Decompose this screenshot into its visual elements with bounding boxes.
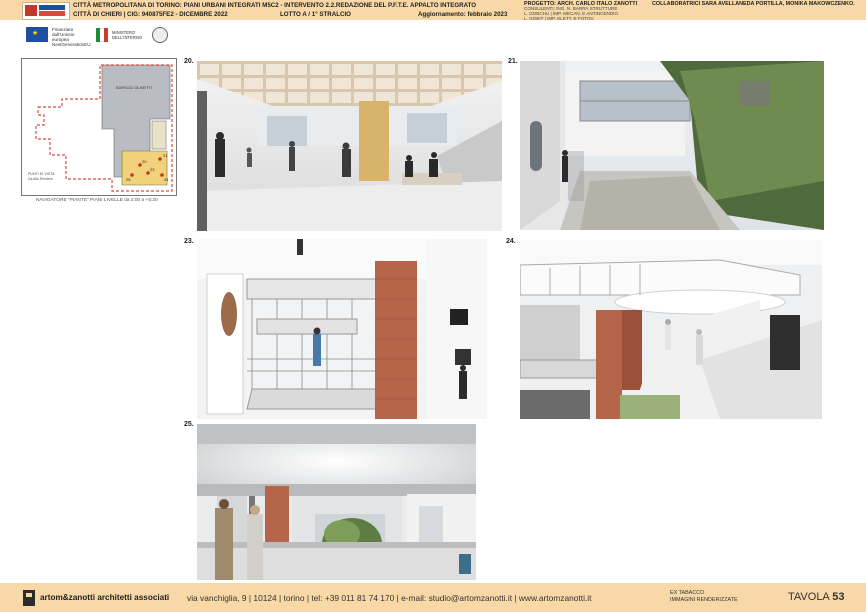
panel-number-23: 23.: [184, 238, 194, 245]
sheet-number: TAVOLA 53: [788, 591, 844, 603]
firm-logo-icon: [23, 590, 35, 606]
panel-number-25: 25.: [184, 421, 194, 428]
eu-text-line: NextGenerationEU: [52, 42, 91, 47]
firm-address: via vanchiglia, 9 | 10124 | torino | tel…: [187, 593, 592, 603]
render-23-stair-atrium: [197, 239, 487, 419]
key-plan-viewpoint-25: 25: [126, 177, 131, 182]
eu-text-line: dall'Unione europea: [52, 32, 75, 42]
republic-emblem-icon: [152, 27, 168, 43]
render-21-image: [520, 61, 824, 230]
footer-project-name: EX TABACCO: [670, 590, 705, 596]
render-20-image: [197, 61, 502, 231]
ministero-text: MINISTERO DELL'INTERNO: [112, 30, 152, 40]
footer-project-subtitle: IMMAGINI RENDERIZZATE: [670, 597, 738, 603]
render-24-gallery-corridor: [520, 240, 822, 419]
panel-number-24: 24.: [506, 238, 516, 245]
key-plan-viewpoint-23: 23: [150, 167, 155, 172]
render-21-green-courtyard: [520, 61, 824, 230]
header-title-line1: CITTÀ METROPOLITANA DI TORINO: PIANI URB…: [73, 2, 477, 9]
header-title-line2: CITTÀ DI CHIERI | CIG: 940875FE2 - DICEM…: [73, 11, 228, 18]
header-lotto: LOTTO A / 1° STRALCIO: [280, 11, 351, 18]
key-plan-viewpoint-24: 24: [164, 177, 169, 182]
render-25-hall-with-plants: [197, 424, 476, 580]
city-logo: [22, 2, 70, 20]
key-plan-points-sub: Da Alto Rendere: [28, 177, 53, 181]
key-plan-viewpoint-20: 20: [142, 159, 147, 164]
italy-flag-icon: [96, 28, 108, 42]
key-plan-points-label: PUNTI DI VISTA: [28, 172, 55, 176]
consulente-line: L. GOBIT | IMP. ELETT. E FOTOV.: [524, 15, 595, 21]
key-plan-viewpoint-21: 21: [163, 153, 168, 158]
key-plan-caption: NAVIGATORE "PIANTE" PIANI LIVELLE da 2:0…: [36, 198, 158, 203]
render-24-image: [520, 240, 822, 419]
eu-funding-text: Finanziato dall'Unione europea NextGener…: [52, 27, 92, 47]
key-plan: EDIFICIO OLIVETTI 20 21 23 24 25 PUNTI D…: [21, 58, 177, 196]
key-plan-drawing: EDIFICIO OLIVETTI 20 21 23 24 25 PUNTI D…: [22, 59, 176, 195]
firm-name: artom&zanotti architetti associati: [40, 593, 170, 602]
footer-project-info: EX TABACCO IMMAGINI RENDERIZZATE: [670, 590, 738, 604]
header-consulenti: CONSULENTI: ING. N. BARRA STRUTTURE L. G…: [524, 6, 618, 21]
header-collaboratrici: COLLABORATRICI SARA AVELLANEDA PORTILLA,…: [652, 1, 855, 7]
render-23-image: [197, 239, 487, 419]
panel-number-21: 21.: [508, 58, 518, 65]
render-20-courtyard-loggia: [197, 61, 502, 231]
header-update-date: Aggiornamento: febbraio 2023: [418, 11, 508, 18]
sheet-number-value: 53: [832, 591, 845, 603]
panel-number-20: 20.: [184, 58, 194, 65]
key-plan-building-label: EDIFICIO OLIVETTI: [116, 85, 152, 90]
eu-flag-icon: ★: [26, 27, 48, 42]
render-25-image: [197, 424, 476, 580]
sheet-label: TAVOLA: [788, 591, 830, 603]
ministero-line: DELL'INTERNO: [112, 35, 143, 40]
